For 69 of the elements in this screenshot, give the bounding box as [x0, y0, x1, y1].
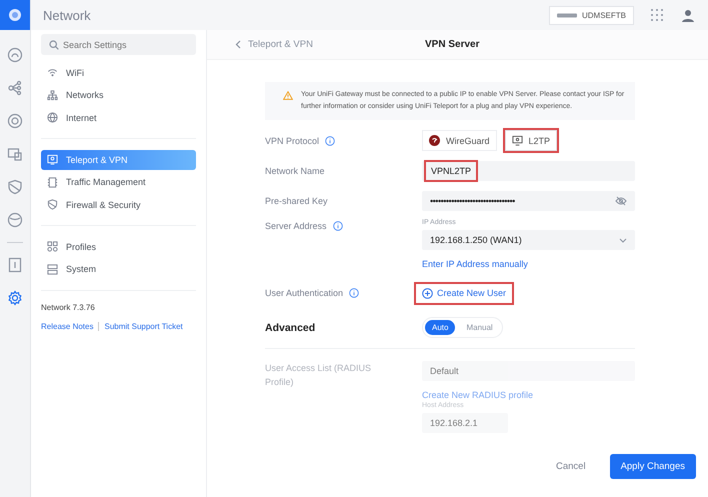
nav-item[interactable]: Firewall & Security: [41, 194, 196, 214]
globe-icon[interactable]: [7, 212, 23, 228]
monitor-icon: [512, 135, 523, 146]
cancel-button[interactable]: Cancel: [550, 460, 592, 473]
field-label: Pre-shared Key: [265, 196, 328, 206]
page-title: VPN Server: [425, 39, 480, 50]
version-text: Network 7.3.76: [41, 302, 96, 312]
info-icon[interactable]: [349, 288, 360, 298]
apps-grid-icon[interactable]: [650, 8, 664, 22]
network-name-field[interactable]: VPNL2TP: [422, 161, 635, 181]
segment-option[interactable]: Manual: [459, 320, 500, 335]
app-title: Network: [43, 8, 92, 22]
host-address-field[interactable]: 192.168.2.1: [422, 413, 508, 433]
create-radius-link[interactable]: Create New RADIUS profile: [422, 390, 635, 400]
nav-item[interactable]: Networks: [41, 85, 196, 105]
traffic-icon: [47, 176, 58, 188]
hidden-eye-icon[interactable]: [615, 196, 627, 206]
section-heading: Advanced: [265, 322, 316, 334]
server-icon: [47, 264, 58, 274]
wireguard-logo-icon: [429, 135, 440, 146]
radius-profile-select[interactable]: Default: [422, 361, 635, 381]
segment-option[interactable]: Auto: [425, 320, 456, 335]
wifi-icon: [47, 67, 58, 78]
footer-link[interactable]: Release Notes: [41, 322, 94, 330]
field-label: Network Name: [265, 166, 325, 176]
warning-icon: [283, 91, 293, 100]
avatar-icon[interactable]: [680, 7, 696, 23]
password-field[interactable]: ••••••••••••••••••••••••••••••••: [422, 191, 635, 211]
info-icon[interactable]: [325, 136, 336, 146]
create-user-link[interactable]: Create New User: [416, 284, 512, 302]
segmented-control[interactable]: Auto Manual: [422, 317, 503, 338]
device-badge[interactable]: UDMSEFTB: [549, 6, 634, 24]
shield-icon[interactable]: [7, 179, 23, 195]
search-icon: [49, 40, 59, 50]
field-label: Server Address: [265, 221, 327, 231]
monitor-icon: [47, 154, 58, 165]
dashboard-icon[interactable]: [7, 47, 23, 63]
chevron-down-icon: [619, 238, 627, 242]
back-link[interactable]: Teleport & VPN: [235, 39, 425, 50]
grid-icon: [47, 241, 58, 252]
nav-item[interactable]: Internet: [41, 108, 196, 128]
settings-icon[interactable]: [7, 290, 23, 306]
field-label: User Access List (RADIUS Profile): [265, 362, 372, 389]
shield-icon: [47, 199, 58, 210]
list-icon[interactable]: [7, 257, 23, 273]
field-label: VPN Protocol: [265, 136, 320, 146]
chevron-left-icon: [235, 40, 241, 49]
devices-icon[interactable]: [7, 146, 23, 162]
hierarchy-icon: [47, 90, 58, 100]
plus-circle-icon: [422, 288, 433, 298]
protocol-option[interactable]: WireGuard: [422, 130, 497, 151]
nav-item[interactable]: WiFi: [41, 62, 196, 82]
nav-item[interactable]: Profiles: [41, 236, 196, 256]
ip-address-select[interactable]: 192.168.1.250 (WAN1): [422, 230, 635, 250]
info-icon[interactable]: [332, 221, 343, 231]
nav-item[interactable]: Traffic Management: [41, 172, 196, 192]
footer-link[interactable]: Submit Support Ticket: [104, 322, 183, 330]
search-field[interactable]: Search Settings: [41, 34, 196, 55]
topology-icon[interactable]: [7, 80, 23, 96]
device-icon: [557, 12, 577, 18]
enter-ip-link[interactable]: Enter IP Address manually: [422, 259, 635, 269]
field-label: User Authentication: [265, 288, 344, 298]
nav-item[interactable]: System: [41, 259, 196, 279]
app-logo-icon[interactable]: [0, 0, 30, 30]
nav-item[interactable]: Teleport & VPN: [41, 150, 196, 170]
target-icon[interactable]: [7, 113, 23, 129]
globe-icon: [47, 112, 58, 123]
protocol-option[interactable]: L2TP: [504, 130, 558, 151]
apply-button[interactable]: Apply Changes: [610, 454, 696, 479]
